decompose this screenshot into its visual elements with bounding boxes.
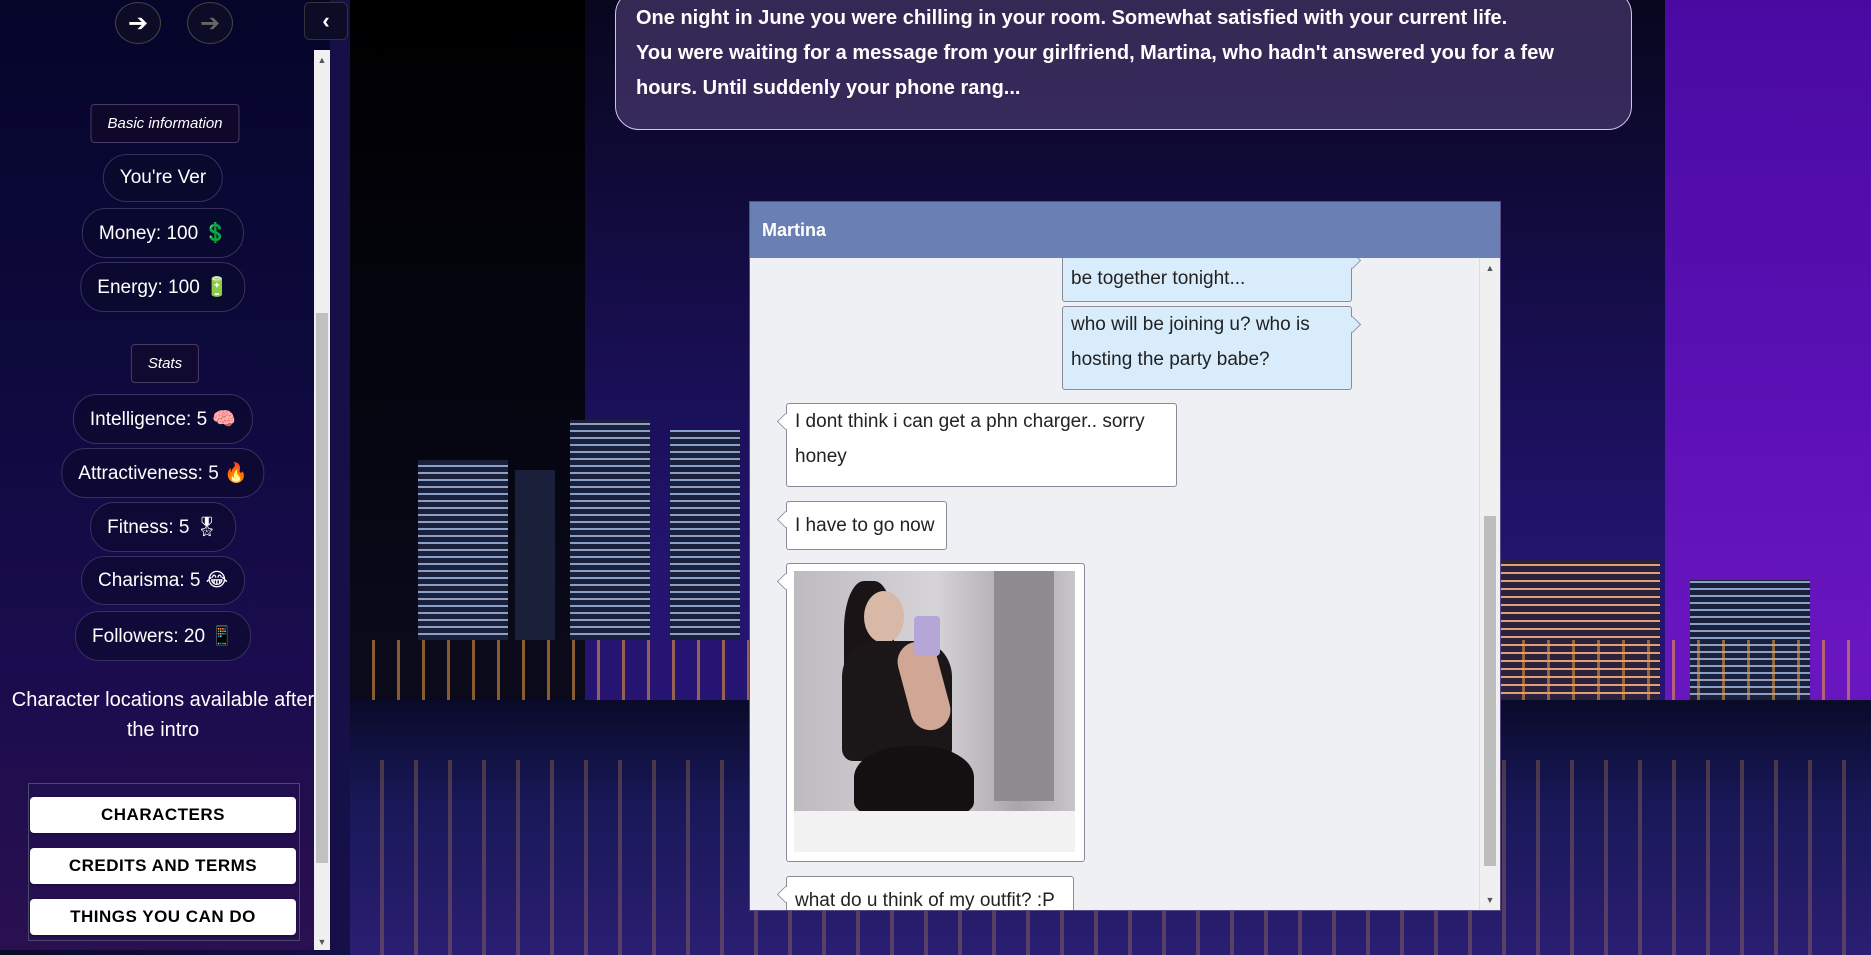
contact-name: Martina: [762, 219, 827, 240]
chevron-left-icon: ‹: [322, 8, 330, 33]
outgoing-message: who will be joining u? who is hosting th…: [1062, 306, 1352, 390]
outgoing-message: be together tonight...: [1062, 258, 1352, 302]
incoming-photo-message[interactable]: [786, 563, 1085, 862]
chat-scrollbar[interactable]: ▲ ▼: [1479, 258, 1500, 910]
incoming-message: I have to go now: [786, 501, 947, 550]
basic-info-title: Basic information: [90, 104, 240, 143]
forward-button[interactable]: ➔: [187, 2, 233, 44]
scroll-down-arrow-icon[interactable]: ▼: [314, 934, 330, 950]
narrative-line-2: You were waiting for a message from your…: [636, 42, 1554, 99]
things-you-can-do-button[interactable]: THINGS YOU CAN DO: [30, 899, 296, 935]
narrative-line-1: One night in June you were chilling in y…: [636, 7, 1508, 29]
attractiveness-stat: Attractiveness: 5 🔥: [61, 448, 265, 498]
followers-stat: Followers: 20 📱: [75, 611, 251, 661]
stats-title: Stats: [130, 344, 200, 383]
credits-and-terms-button[interactable]: CREDITS AND TERMS: [30, 848, 296, 884]
intelligence-stat: Intelligence: 5 🧠: [72, 394, 254, 444]
building: [515, 470, 555, 640]
building: [570, 420, 650, 640]
energy-stat: Energy: 100 🔋: [80, 262, 246, 312]
incoming-message: what do u think of my outfit? :P: [786, 876, 1074, 910]
chat-messages[interactable]: be together tonight... who will be joini…: [750, 258, 1477, 910]
collapse-sidebar-button[interactable]: ‹: [304, 2, 348, 40]
chat-scroll-down-icon[interactable]: ▼: [1480, 892, 1500, 908]
charisma-stat: Charisma: 5 😂: [81, 556, 245, 605]
building: [670, 430, 740, 640]
chat-scroll-thumb[interactable]: [1484, 516, 1496, 866]
money-stat: Money: 100 💲: [81, 208, 245, 258]
building: [418, 460, 508, 640]
locations-note: Character locations available after the …: [11, 689, 315, 741]
incoming-message: I dont think i can get a phn charger.. s…: [786, 403, 1177, 487]
selfie-photo[interactable]: [794, 571, 1075, 852]
chat-scroll-up-icon[interactable]: ▲: [1480, 260, 1500, 276]
scroll-up-arrow-icon[interactable]: ▲: [314, 52, 330, 68]
characters-button[interactable]: CHARACTERS: [30, 797, 296, 833]
player-name: You're Ver: [102, 154, 224, 202]
chat-window: Martina be together tonight... who will …: [749, 201, 1501, 911]
chat-header: Martina: [750, 202, 1500, 258]
sidebar-scroll-thumb[interactable]: [316, 313, 328, 863]
back-button[interactable]: ➔: [115, 2, 161, 44]
arrow-left-icon: ➔: [127, 9, 149, 37]
narrative-box: One night in June you were chilling in y…: [615, 0, 1632, 130]
arrow-right-icon: ➔: [199, 9, 221, 37]
sidebar: ➔ ➔ Basic information You're Ver Money: …: [0, 0, 330, 950]
fitness-stat: Fitness: 5 🎖: [90, 502, 236, 552]
